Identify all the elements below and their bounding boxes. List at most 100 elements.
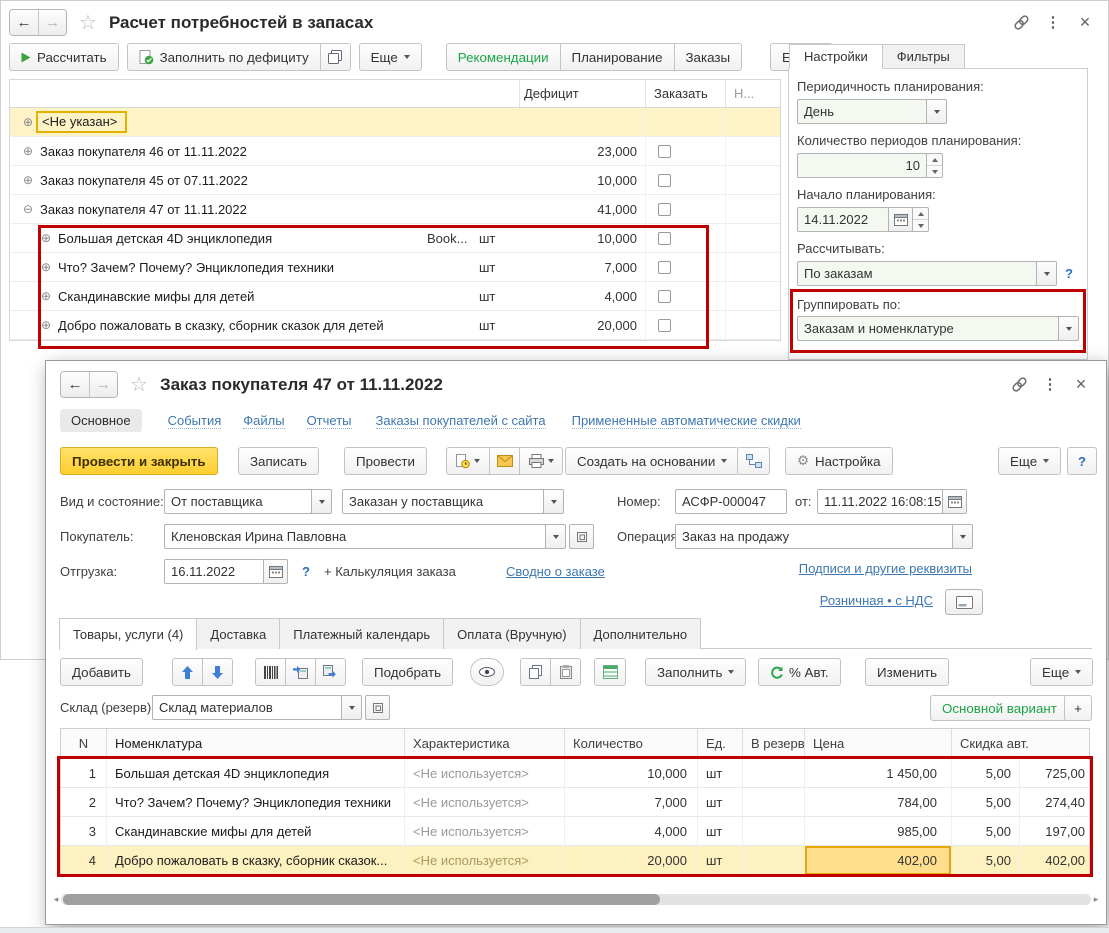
col-order[interactable]: Заказать <box>645 80 725 107</box>
chevron-down-icon[interactable] <box>341 695 362 720</box>
scroll-right-icon[interactable]: ▸ <box>1091 894 1101 905</box>
tab-payment-manual[interactable]: Оплата (Вручную) <box>443 618 580 649</box>
move-up-button[interactable] <box>172 658 203 686</box>
item-row-3[interactable]: 3 Скандинавские мифы для детей <Не испол… <box>61 817 1089 846</box>
tab-delivery[interactable]: Доставка <box>196 618 280 649</box>
order-checkbox[interactable] <box>658 319 671 332</box>
grid-row-not-specified[interactable]: ⊕ <Не указан> <box>10 108 780 137</box>
price-type-link[interactable]: Розничная • с НДС <box>660 593 933 608</box>
fill-by-deficit-button[interactable]: Заполнить по дефициту <box>127 43 321 71</box>
order-checkbox[interactable] <box>658 203 671 216</box>
expand-icon[interactable]: ⊕ <box>38 289 54 303</box>
create-based-on-button[interactable]: Создать на основании <box>565 447 739 475</box>
fill-button[interactable]: Заполнить <box>645 658 746 686</box>
warehouse-select[interactable]: Склад материалов <box>152 695 342 720</box>
items-more-button[interactable]: Еще <box>1030 658 1093 686</box>
totals-button[interactable] <box>594 658 626 686</box>
favorite-star-icon[interactable]: ☆ <box>79 13 97 33</box>
help-button[interactable]: ? <box>1067 447 1097 475</box>
item-row-4-selected[interactable]: 4 Добро пожаловать в сказку, сборник ска… <box>61 846 1089 875</box>
spinner[interactable] <box>912 207 929 232</box>
chevron-down-icon[interactable] <box>1036 261 1057 286</box>
state-select[interactable]: Заказан у поставщика <box>342 489 544 514</box>
periods-count-input[interactable]: 10 <box>797 153 927 178</box>
nav-events[interactable]: События <box>168 413 222 429</box>
calc-mode-select[interactable]: По заказам <box>797 261 1037 286</box>
calendar-icon[interactable] <box>888 207 913 232</box>
col-deficit[interactable]: Дефицит <box>519 80 617 107</box>
order-calculation-group[interactable]: + Калькуляция заказа <box>324 564 456 579</box>
forward-button[interactable]: → <box>89 372 117 397</box>
more-button[interactable]: Еще <box>998 447 1061 475</box>
kebab-menu-icon[interactable]: ⋮ <box>1039 373 1061 395</box>
item-row-2[interactable]: 2 Что? Зачем? Почему? Энциклопедия техни… <box>61 788 1089 817</box>
scrollbar-thumb[interactable] <box>63 894 660 905</box>
open-icon[interactable] <box>569 524 594 549</box>
chevron-down-icon[interactable] <box>311 489 332 514</box>
back-button[interactable]: ← <box>61 372 89 397</box>
kind-select[interactable]: От поставщика <box>164 489 312 514</box>
buyer-select[interactable]: Кленовская Ирина Павловна <box>164 524 546 549</box>
nav-reports[interactable]: Отчеты <box>307 413 352 429</box>
nav-main[interactable]: Основное <box>60 409 142 432</box>
periodicity-select[interactable]: День <box>797 99 927 124</box>
barcode-scan-button[interactable] <box>255 658 286 686</box>
operation-select[interactable]: Заказ на продажу <box>675 524 953 549</box>
tab-additional[interactable]: Дополнительно <box>580 618 702 649</box>
grid-row-item-1[interactable]: ⊕ Большая детская 4D энциклопедия Book..… <box>10 224 780 253</box>
tab-goods-services[interactable]: Товары, услуги (4) <box>59 618 197 650</box>
number-input[interactable]: АСФР-000047 <box>675 489 787 514</box>
col-n[interactable]: N <box>61 729 106 758</box>
save-button[interactable]: Записать <box>238 447 319 475</box>
add-variant-button[interactable]: + <box>1064 695 1092 721</box>
grid-row-item-3[interactable]: ⊕ Скандинавские мифы для детей шт 4,000 <box>10 282 780 311</box>
copy-stack-icon-button[interactable] <box>320 43 351 71</box>
order-summary-link[interactable]: Сводно о заказе <box>506 564 605 579</box>
edit-button[interactable]: Изменить <box>865 658 949 686</box>
order-checkbox[interactable] <box>658 232 671 245</box>
back-button[interactable]: ← <box>10 10 38 35</box>
subordination-structure-button[interactable] <box>737 447 770 475</box>
close-icon[interactable]: × <box>1074 11 1096 33</box>
open-icon[interactable] <box>365 695 390 720</box>
chevron-down-icon[interactable] <box>926 99 947 124</box>
grid-row-order-46[interactable]: ⊕ Заказ покупателя 46 от 11.11.2022 23,0… <box>10 137 780 166</box>
help-icon[interactable]: ? <box>302 564 310 579</box>
expand-icon[interactable]: ⊕ <box>20 115 36 129</box>
col-characteristic[interactable]: Характеристика <box>404 729 564 758</box>
add-row-button[interactable]: Добавить <box>60 658 143 686</box>
expand-icon[interactable]: ⊕ <box>38 318 54 332</box>
chevron-down-icon[interactable] <box>952 524 973 549</box>
chevron-down-icon[interactable] <box>543 489 564 514</box>
scrollbar-track[interactable] <box>61 894 1091 905</box>
close-icon[interactable]: × <box>1070 373 1092 395</box>
planning-start-input[interactable]: 14.11.2022 <box>797 207 889 232</box>
pick-items-button[interactable]: Подобрать <box>362 658 453 686</box>
auto-discount-button[interactable]: % Авт. <box>758 658 841 686</box>
print-button[interactable] <box>519 447 563 475</box>
cell-price-active[interactable]: 402,00 <box>804 846 951 875</box>
copy-rows-button[interactable] <box>520 658 551 686</box>
signatures-details-link[interactable]: Подписи и другие реквизиты <box>672 561 972 576</box>
nav-auto-discounts[interactable]: Примененные автоматические скидки <box>572 413 801 429</box>
load-from-terminal-button[interactable] <box>285 658 316 686</box>
tab-filters[interactable]: Фильтры <box>882 44 965 69</box>
chevron-down-icon[interactable] <box>1058 316 1079 341</box>
link-icon[interactable] <box>1010 11 1032 33</box>
item-row-1[interactable]: 1 Большая детская 4D энциклопедия <Не ис… <box>61 759 1089 788</box>
spinner[interactable] <box>926 153 943 178</box>
shipment-date-input[interactable]: 16.11.2022 <box>164 559 264 584</box>
view-button[interactable] <box>470 658 504 686</box>
post-and-close-button[interactable]: Провести и закрыть <box>60 447 218 475</box>
col-nomenclature[interactable]: Номенклатура <box>106 729 404 758</box>
grid-row-order-45[interactable]: ⊕ Заказ покупателя 45 от 07.11.2022 10,0… <box>10 166 780 195</box>
tab-payment-calendar[interactable]: Платежный календарь <box>279 618 444 649</box>
chevron-down-icon[interactable] <box>545 524 566 549</box>
scroll-left-icon[interactable]: ◂ <box>51 894 61 905</box>
tab-orders[interactable]: Заказы <box>674 43 743 71</box>
tab-settings[interactable]: Настройки <box>789 44 883 69</box>
unload-to-terminal-button[interactable] <box>315 658 346 686</box>
grid-row-order-47[interactable]: ⊖ Заказ покупателя 47 от 11.11.2022 41,0… <box>10 195 780 224</box>
calendar-icon[interactable] <box>942 489 967 514</box>
order-checkbox[interactable] <box>658 145 671 158</box>
